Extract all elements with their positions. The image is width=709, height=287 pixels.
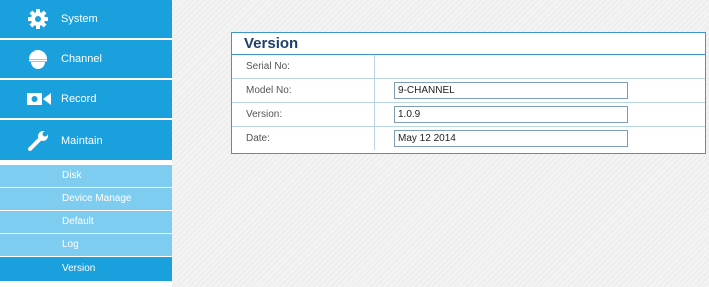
submenu-item-log[interactable]: Log [0, 234, 172, 256]
menu-item-maintain[interactable]: Maintain [0, 120, 172, 160]
version-panel: Version Serial No: Model No: 9-CHANNEL V… [231, 32, 706, 154]
version-field[interactable]: 1.0.9 [394, 106, 628, 123]
version-label: Version: [232, 103, 375, 126]
menu-item-channel[interactable]: Channel [0, 40, 172, 78]
date-field[interactable]: May 12 2014 [394, 130, 628, 147]
submenu-item-disk[interactable]: Disk [0, 165, 172, 187]
camera-dome-icon [26, 48, 50, 70]
menu-item-system[interactable]: System [0, 0, 172, 38]
row-model-no: Model No: 9-CHANNEL [232, 79, 705, 103]
row-version: Version: 1.0.9 [232, 103, 705, 127]
submenu-item-device-manage[interactable]: Device Manage [0, 188, 172, 210]
model-no-label: Model No: [232, 79, 375, 102]
submenu-item-version[interactable]: Version [0, 257, 172, 281]
submenu-item-default[interactable]: Default [0, 211, 172, 233]
serial-no-label: Serial No: [232, 55, 375, 78]
model-no-field[interactable]: 9-CHANNEL [394, 82, 628, 99]
menu-item-label: Maintain [61, 135, 103, 147]
menu-item-label: Channel [61, 53, 102, 65]
date-label: Date: [232, 127, 375, 150]
row-serial-no: Serial No: [232, 55, 705, 79]
panel-title: Version [232, 33, 705, 55]
wrench-icon [26, 129, 50, 151]
menu-item-label: System [61, 13, 98, 25]
menu-item-record[interactable]: Record [0, 80, 172, 118]
video-camera-icon [26, 88, 51, 110]
row-date: Date: May 12 2014 [232, 127, 705, 151]
gear-icon [26, 8, 50, 30]
menu-item-label: Record [61, 93, 97, 105]
sidebar: System Channel Record Maintain Disk Devi… [0, 0, 172, 287]
